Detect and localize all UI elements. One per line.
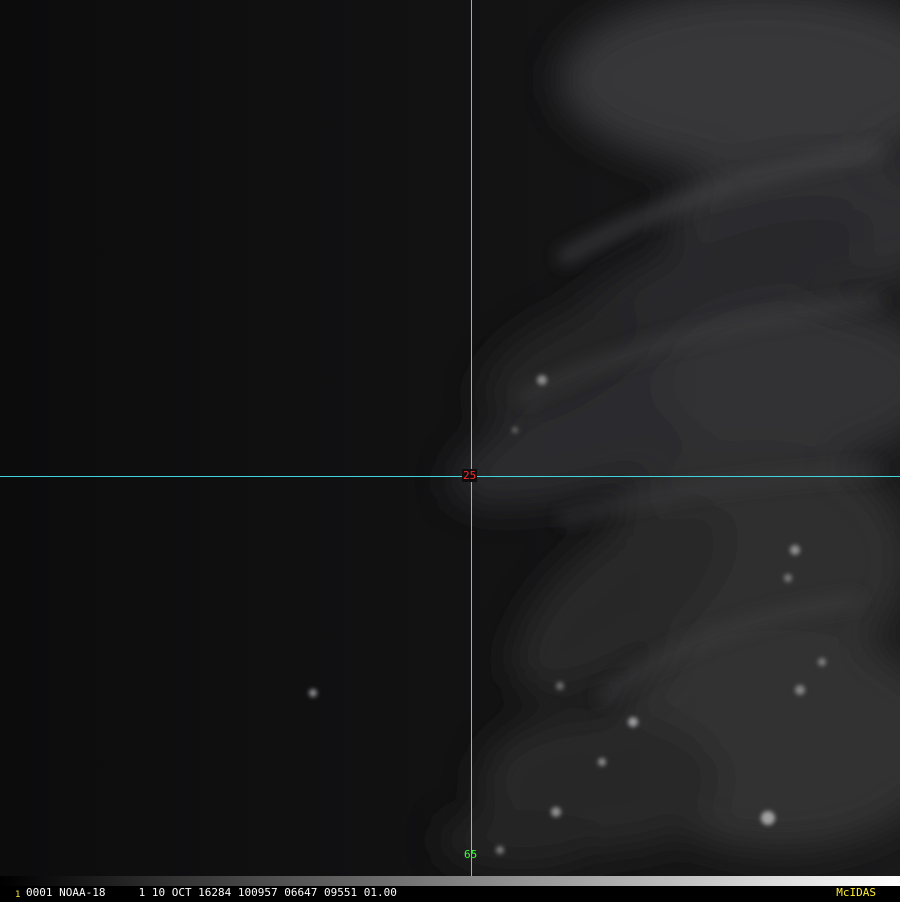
latitude-label: 25: [462, 469, 478, 482]
longitude-label: 65: [464, 848, 478, 861]
cloud-imagery: [0, 0, 900, 876]
satellite-image: 25 65: [0, 0, 900, 876]
latitude-gridline: [0, 476, 900, 477]
mcidas-brand: McIDAS: [836, 886, 876, 899]
image-footer: 1 0001 NOAA-18 1 10 OCT 16284 100957 066…: [0, 876, 900, 900]
image-caption: 0001 NOAA-18 1 10 OCT 16284 100957 06647…: [26, 886, 397, 899]
grayscale-bar: [0, 876, 900, 886]
longitude-gridline: [471, 0, 472, 876]
